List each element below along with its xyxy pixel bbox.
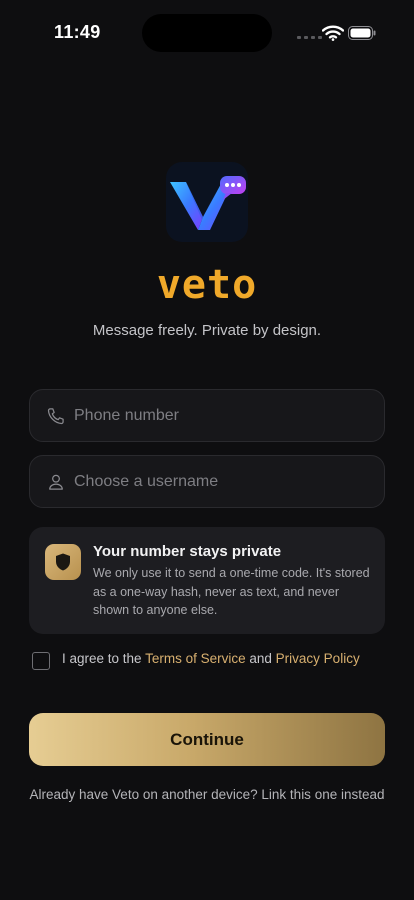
app-name: veto — [156, 262, 258, 308]
phone-number-field[interactable] — [29, 389, 385, 442]
privacy-description: We only use it to send a one-time code. … — [93, 566, 370, 617]
terms-and: and — [249, 651, 272, 666]
terms-of-service-link[interactable]: Terms of Service — [145, 651, 246, 666]
wifi-icon — [322, 25, 344, 41]
username-field[interactable] — [29, 455, 385, 508]
dynamic-island — [142, 14, 272, 52]
username-input[interactable] — [74, 456, 374, 507]
app-tagline: Message freely. Private by design. — [92, 322, 322, 339]
shield-icon — [45, 544, 81, 580]
status-bar: 11:49 — [0, 0, 414, 66]
status-time: 11:49 — [54, 22, 101, 42]
phone-icon — [47, 408, 64, 425]
user-icon — [49, 474, 63, 490]
terms-checkbox[interactable] — [32, 652, 50, 670]
terms-prefix: I agree to the — [62, 651, 142, 666]
link-device-link[interactable]: Already have Veto on another device? Lin… — [0, 787, 414, 802]
cellular-signal-icon — [297, 36, 322, 39]
privacy-title: Your number stays private — [93, 543, 282, 560]
veto-logo-icon — [166, 162, 248, 242]
continue-button[interactable]: Continue — [29, 713, 385, 766]
privacy-info-card: Your number stays private We only use it… — [29, 527, 385, 634]
terms-agreement: I agree to the Terms of Service and Priv… — [62, 651, 360, 666]
phone-number-input[interactable] — [74, 390, 374, 441]
battery-icon — [348, 26, 376, 40]
privacy-policy-link[interactable]: Privacy Policy — [276, 651, 360, 666]
